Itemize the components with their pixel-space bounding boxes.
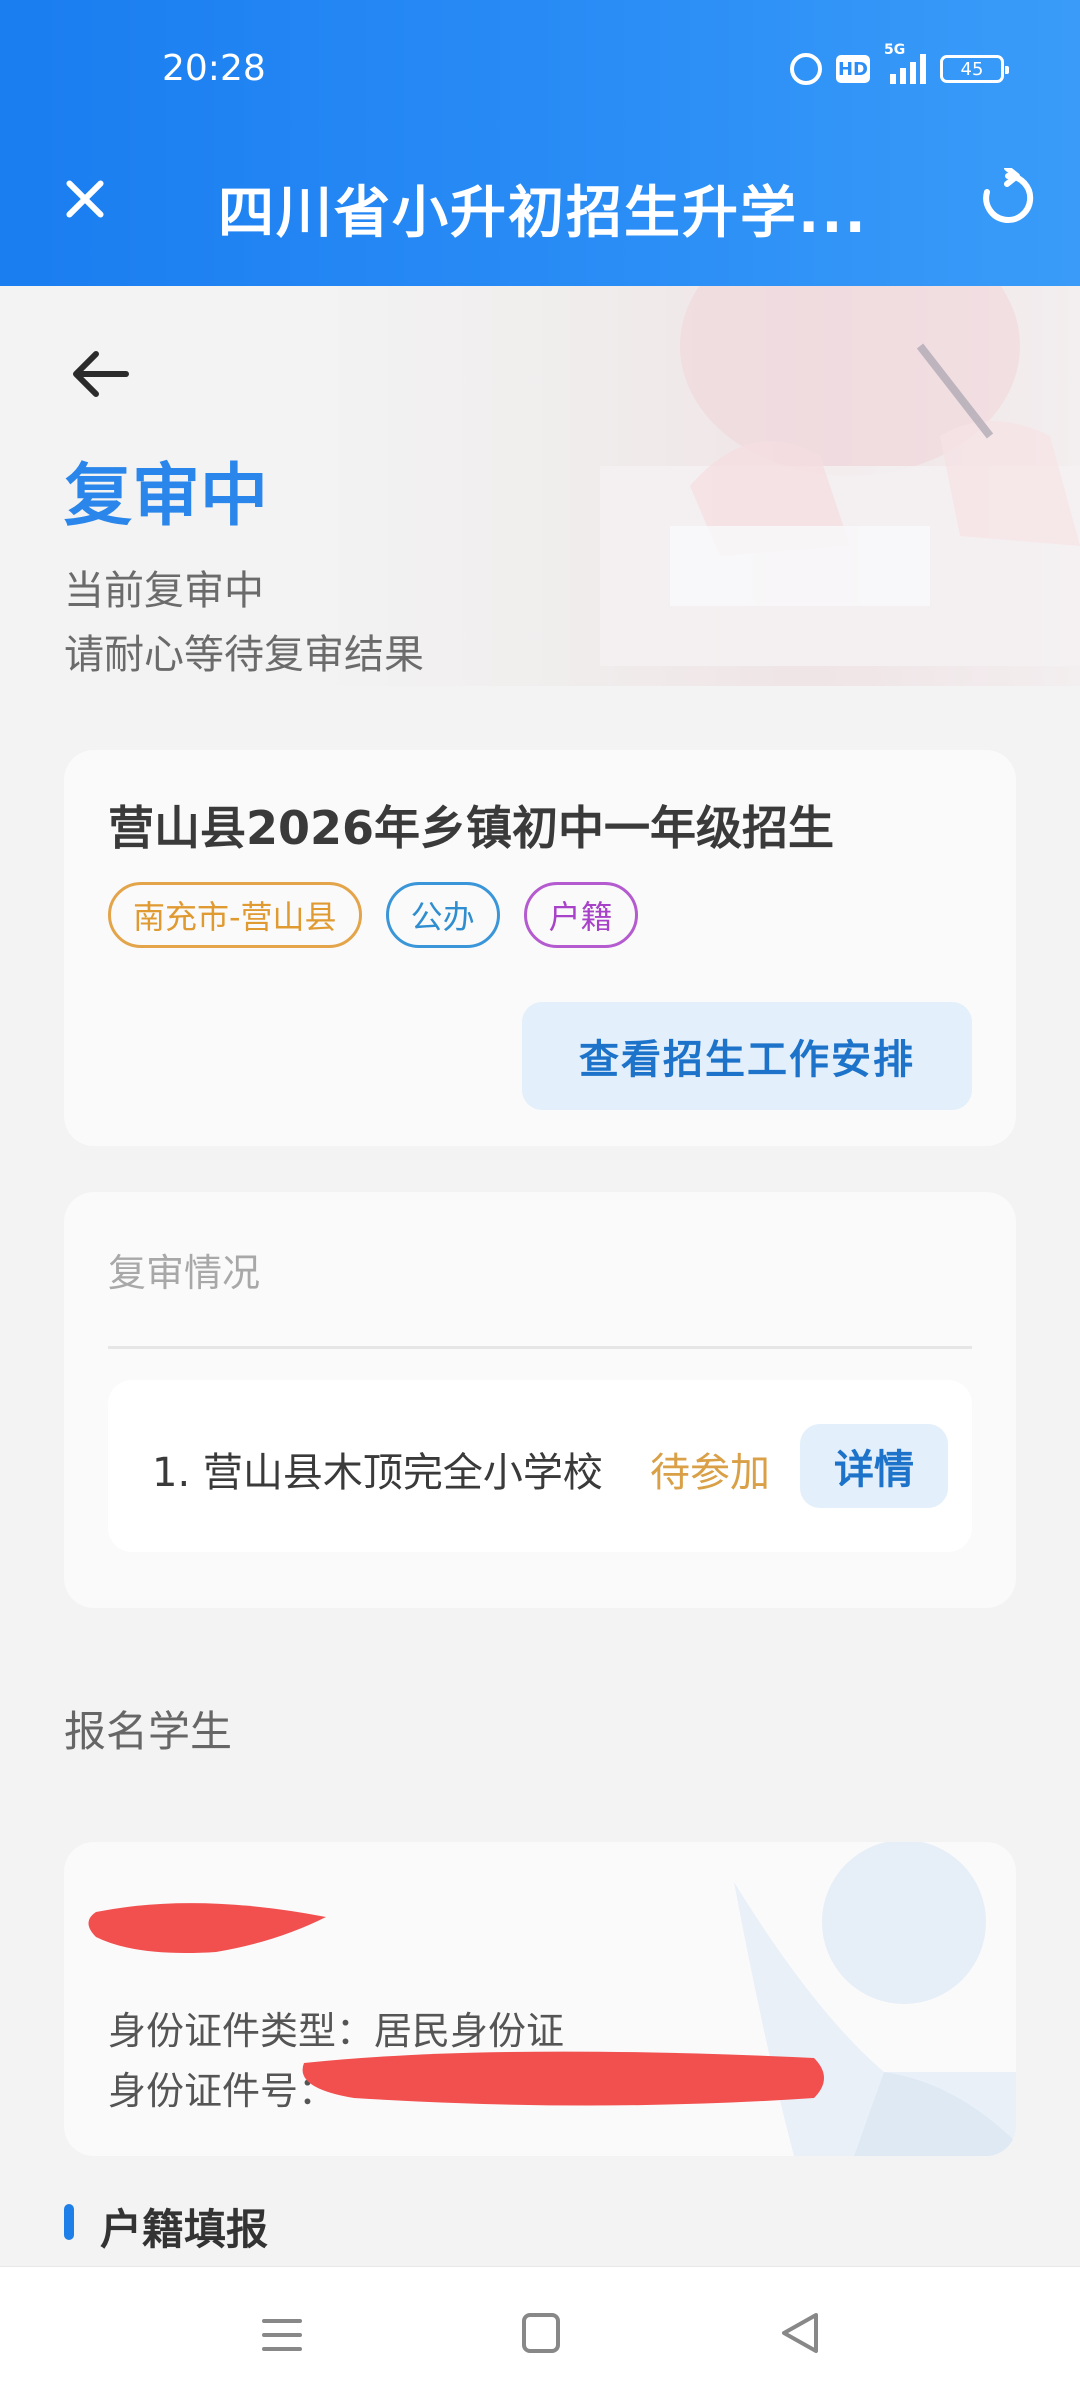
app-header: 20:28 HD 5G 45 四川省小升初招生升学... [0, 0, 1080, 286]
system-nav-bar [0, 2266, 1080, 2400]
enrollment-type-tag: 户籍 [523, 882, 638, 948]
view-schedule-button[interactable]: 查看招生工作安排 [522, 1002, 972, 1110]
project-card: 营山县2026年乡镇初中一年级招生 南充市-营山县 公办 户籍 查看招生工作安排 [64, 750, 1016, 1146]
menu-icon[interactable] [262, 2315, 302, 2355]
battery-level: 45 [940, 55, 1009, 83]
status-icons: HD 5G 45 [790, 42, 1009, 86]
household-section-title: 户籍填报 [100, 2205, 269, 2254]
status-time: 20:28 [162, 48, 266, 89]
alarm-icon [790, 52, 822, 86]
status-description-line1: 当前复审中 [64, 568, 264, 614]
detail-button[interactable]: 详情 [800, 1424, 948, 1508]
review-section-label: 复审情况 [108, 1251, 261, 1295]
battery-icon: 45 [940, 52, 1009, 86]
refresh-icon[interactable] [978, 165, 1038, 228]
status-description-line2: 请耐心等待复审结果 [64, 632, 424, 678]
redaction-mark [294, 2038, 834, 2118]
project-tags: 南充市-营山县 公办 户籍 [108, 882, 638, 948]
back-icon[interactable] [780, 2311, 820, 2355]
students-section-label: 报名学生 [64, 1707, 233, 1756]
close-icon[interactable] [56, 170, 112, 226]
school-name: 1. 营山县木顶完全小学校 [152, 1450, 603, 1496]
hero-illustration [520, 286, 1080, 686]
home-icon[interactable] [522, 2313, 560, 2353]
school-type-tag: 公办 [385, 882, 500, 948]
status-badge: 待参加 [650, 1450, 770, 1496]
student-card[interactable]: 身份证件类型：居民身份证 身份证件号： [64, 1842, 1016, 2156]
redaction-mark [76, 1882, 346, 1972]
list-item: 1. 营山县木顶完全小学校 待参加 详情 [108, 1380, 972, 1552]
section-accent-bar [64, 2204, 74, 2240]
divider [108, 1346, 972, 1349]
page-title: 四川省小升初招生升学... [218, 181, 868, 246]
5g-signal-icon: 5G [884, 42, 926, 86]
hd-icon: HD [836, 52, 870, 86]
project-title: 营山县2026年乡镇初中一年级招生 [108, 801, 835, 855]
region-tag: 南充市-营山县 [108, 882, 362, 948]
review-status-title: 复审中 [64, 457, 269, 536]
back-arrow-icon[interactable] [66, 340, 134, 408]
review-card: 复审情况 1. 营山县木顶完全小学校 待参加 详情 [64, 1192, 1016, 1608]
